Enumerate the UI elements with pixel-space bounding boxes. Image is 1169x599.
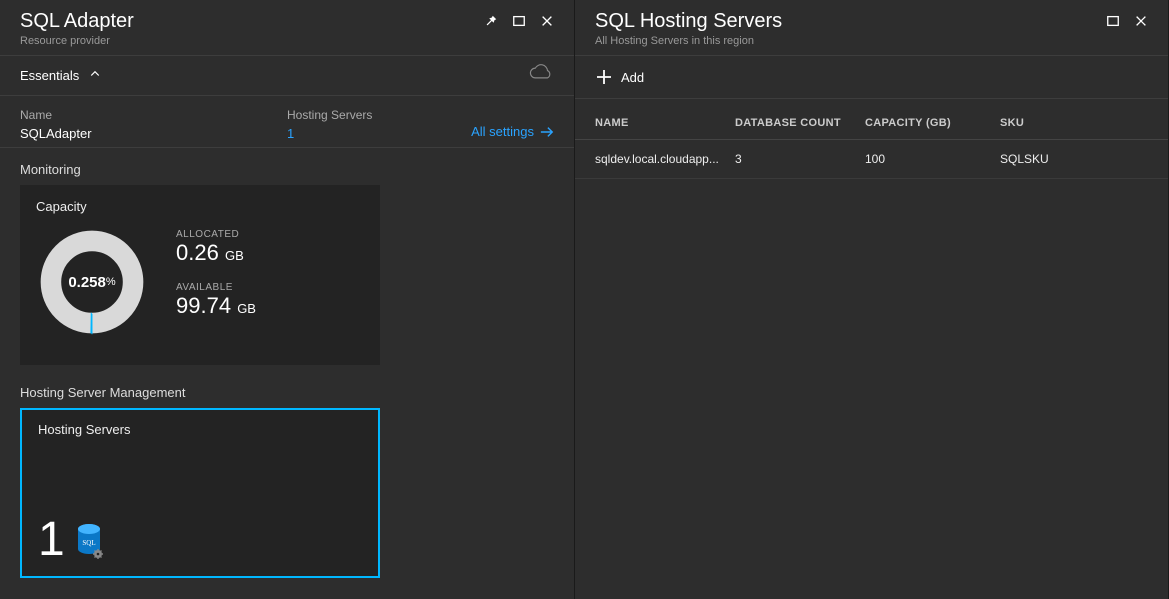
col-cap-header[interactable]: CAPACITY (GB)	[865, 117, 1000, 129]
cell-sku: SQLSKU	[1000, 152, 1148, 166]
add-button[interactable]: Add	[595, 64, 644, 90]
donut-percent-unit: %	[106, 276, 116, 288]
available-value: 99.74	[176, 293, 231, 318]
allocated-label: ALLOCATED	[176, 229, 256, 240]
maximize-icon[interactable]	[1106, 14, 1120, 28]
allocated-unit: GB	[225, 248, 244, 263]
name-value: SQLAdapter	[20, 126, 287, 141]
table-header: NAME DATABASE COUNT CAPACITY (GB) SKU	[575, 117, 1168, 140]
hosting-count: 1	[38, 516, 65, 564]
blade-title: SQL Adapter	[20, 10, 134, 33]
hosting-servers-label: Hosting Servers	[287, 108, 554, 122]
chevron-up-icon	[89, 68, 101, 83]
hosting-tile-title: Hosting Servers	[38, 422, 362, 437]
cell-cap: 100	[865, 152, 1000, 166]
blade-body: Monitoring Capacity 0.258% ALLOCATED	[0, 148, 574, 599]
col-name-header[interactable]: NAME	[595, 117, 735, 129]
blade-header: SQL Hosting Servers All Hosting Servers …	[575, 0, 1168, 55]
col-sku-header[interactable]: SKU	[1000, 117, 1148, 129]
essentials-body: Name SQLAdapter Hosting Servers 1 All se…	[0, 96, 574, 148]
essentials-label: Essentials	[20, 68, 79, 83]
table-row[interactable]: sqldev.local.cloudapp... 3 100 SQLSKU	[575, 140, 1168, 179]
all-settings-link[interactable]: All settings	[471, 124, 554, 139]
add-label: Add	[621, 70, 644, 85]
donut-percent-value: 0.258	[68, 274, 106, 291]
capacity-tile-title: Capacity	[36, 199, 364, 214]
close-icon[interactable]	[540, 14, 554, 28]
maximize-icon[interactable]	[512, 14, 526, 28]
blade-subtitle: Resource provider	[20, 35, 134, 47]
blade-subtitle: All Hosting Servers in this region	[595, 35, 782, 47]
cell-db: 3	[735, 152, 865, 166]
all-settings-label: All settings	[471, 124, 534, 139]
blade-title: SQL Hosting Servers	[595, 10, 782, 33]
close-icon[interactable]	[1134, 14, 1148, 28]
capacity-donut-chart: 0.258%	[36, 226, 148, 338]
available-label: AVAILABLE	[176, 282, 256, 293]
hosting-servers-tile[interactable]: Hosting Servers 1 SQL	[20, 408, 380, 578]
svg-text:SQL: SQL	[82, 539, 95, 547]
available-unit: GB	[237, 301, 256, 316]
capacity-tile[interactable]: Capacity 0.258% ALLOCATED	[20, 185, 380, 365]
monitoring-heading: Monitoring	[20, 162, 554, 177]
col-db-header[interactable]: DATABASE COUNT	[735, 117, 865, 129]
hsm-heading: Hosting Server Management	[20, 385, 554, 400]
essentials-bar: Essentials	[0, 55, 574, 96]
essentials-toggle[interactable]: Essentials	[20, 68, 101, 83]
plus-icon	[595, 68, 613, 86]
cell-name: sqldev.local.cloudapp...	[595, 152, 735, 166]
pin-icon[interactable]	[484, 14, 498, 28]
cloud-icon	[528, 64, 554, 87]
blade-sql-adapter: SQL Adapter Resource provider Essentials	[0, 0, 575, 599]
sql-database-icon: SQL	[75, 523, 103, 564]
command-bar: Add	[575, 55, 1168, 99]
allocated-value: 0.26	[176, 240, 219, 265]
blade-header: SQL Adapter Resource provider	[0, 0, 574, 55]
arrow-right-icon	[540, 126, 554, 138]
hosting-servers-table: NAME DATABASE COUNT CAPACITY (GB) SKU sq…	[575, 117, 1168, 179]
blade-sql-hosting-servers: SQL Hosting Servers All Hosting Servers …	[575, 0, 1169, 599]
name-label: Name	[20, 108, 287, 122]
